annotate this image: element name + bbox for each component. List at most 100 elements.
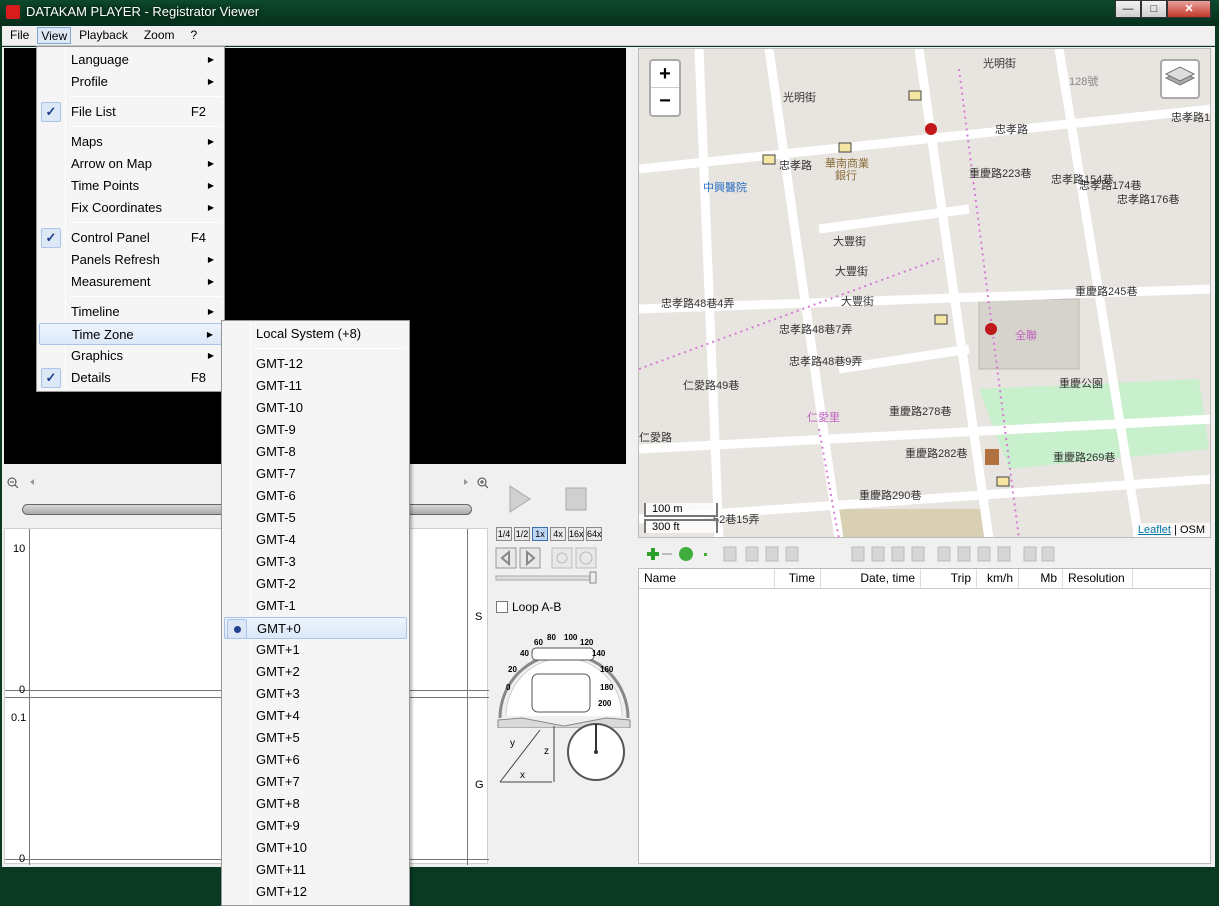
refresh-icon: [679, 547, 693, 561]
copy-icon: [723, 546, 737, 562]
timezone-item[interactable]: GMT-3: [224, 551, 407, 573]
leaflet-link[interactable]: Leaflet: [1138, 524, 1171, 536]
map-label: 忠孝路174巷: [1079, 179, 1141, 192]
view-menu-item-details[interactable]: ✓ Details F8: [39, 367, 222, 389]
menu-zoom[interactable]: Zoom: [136, 26, 183, 45]
map-label: 中興醫院: [703, 180, 747, 194]
timezone-item[interactable]: GMT-5: [224, 507, 407, 529]
timezone-item[interactable]: GMT+7: [224, 771, 407, 793]
timezone-item[interactable]: GMT-8: [224, 441, 407, 463]
timezone-label: GMT-5: [256, 510, 296, 525]
timezone-item[interactable]: GMT-9: [224, 419, 407, 441]
timezone-item[interactable]: GMT+6: [224, 749, 407, 771]
speed-quarter-button[interactable]: 1/4: [496, 527, 512, 541]
menu-file[interactable]: File: [2, 26, 37, 45]
timezone-item[interactable]: GMT-2: [224, 573, 407, 595]
map-label: 仁愛里: [807, 411, 840, 424]
tool-icon: [977, 546, 991, 562]
checkmark-icon: ✓: [41, 368, 61, 388]
view-menu-item-arrow-on-map[interactable]: Arrow on Map ▶: [39, 153, 222, 175]
map-panel[interactable]: 光明街 光明街 128號 忠孝路 忠孝路 華南商業 銀行 中興醫院 大豐街 大豐…: [638, 48, 1211, 538]
loop-ab[interactable]: Loop A-B: [496, 600, 561, 614]
col-kmh[interactable]: km/h: [977, 569, 1019, 588]
timezone-item[interactable]: GMT-11: [224, 375, 407, 397]
view-menu-item-timeline[interactable]: Timeline ▶: [39, 301, 222, 323]
speedo-tick: 160: [600, 665, 614, 674]
col-date-time[interactable]: Date, time: [821, 569, 921, 588]
view-menu-item-fix-coordinates[interactable]: Fix Coordinates ▶: [39, 197, 222, 219]
accelerometer: y z x: [499, 723, 625, 783]
timezone-label: GMT+0: [257, 621, 301, 636]
timezone-item[interactable]: GMT-7: [224, 463, 407, 485]
timezone-item[interactable]: GMT+5: [224, 727, 407, 749]
view-menu: Language ▶ Profile ▶ ✓ File List F2 Maps ▶ Arrow …: [36, 46, 225, 392]
timezone-label: GMT+1: [256, 642, 300, 657]
view-menu-item-measurement[interactable]: Measurement ▶: [39, 271, 222, 293]
maximize-button[interactable]: □: [1141, 0, 1167, 18]
timezone-label: GMT-2: [256, 576, 296, 591]
view-menu-item-graphics[interactable]: Graphics ▶: [39, 345, 222, 367]
close-button[interactable]: ✕: [1167, 0, 1211, 18]
speed-64x-button[interactable]: 64x: [586, 527, 602, 541]
menu-playback[interactable]: Playback: [71, 26, 136, 45]
map-label: 忠孝路48巷4弄: [661, 297, 734, 310]
map-label: 仁愛路: [639, 431, 672, 444]
timezone-item[interactable]: GMT+0: [224, 617, 407, 639]
timezone-item[interactable]: GMT-10: [224, 397, 407, 419]
view-menu-item-time-zone[interactable]: Time Zone ▶: [39, 323, 222, 345]
map-zoom-out-button[interactable]: −: [651, 88, 679, 115]
timezone-item[interactable]: GMT-1: [224, 595, 407, 617]
timezone-item[interactable]: GMT+3: [224, 683, 407, 705]
file-list-toolbar: [638, 542, 1211, 566]
menu-help[interactable]: ?: [183, 26, 206, 45]
speed-half-button[interactable]: 1/2: [514, 527, 530, 541]
col-resolution[interactable]: Resolution: [1063, 569, 1133, 588]
timezone-item[interactable]: GMT+9: [224, 815, 407, 837]
view-menu-item-profile[interactable]: Profile ▶: [39, 71, 222, 93]
menu-item-label: Time Points: [71, 178, 140, 193]
submenu-arrow-icon: ▶: [207, 255, 214, 264]
col-trip[interactable]: Trip: [921, 569, 977, 588]
menu-item-label: Arrow on Map: [71, 156, 152, 171]
zoom-button: [551, 547, 573, 569]
g-max-label: 0.1: [11, 712, 27, 724]
axis-y-label: y: [510, 738, 515, 749]
map-label: 忠孝路48巷7弄: [779, 323, 852, 336]
timezone-label: GMT+10: [256, 840, 307, 855]
view-menu-item-time-points[interactable]: Time Points ▶: [39, 175, 222, 197]
col-time[interactable]: Time: [775, 569, 821, 588]
col-name[interactable]: Name: [639, 569, 775, 588]
speed-16x-button[interactable]: 16x: [568, 527, 584, 541]
timezone-item[interactable]: GMT-6: [224, 485, 407, 507]
timezone-item[interactable]: GMT+12: [224, 881, 407, 903]
timezone-label: GMT+8: [256, 796, 300, 811]
timezone-item[interactable]: GMT+11: [224, 859, 407, 881]
timezone-item-local[interactable]: Local System (+8): [224, 323, 407, 345]
timezone-label: GMT+3: [256, 686, 300, 701]
view-menu-item-panels-refresh[interactable]: Panels Refresh ▶: [39, 249, 222, 271]
map-label: 華南商業: [825, 156, 869, 170]
file-list-table[interactable]: Name Time Date, time Trip km/h Mb Resolu…: [638, 568, 1211, 864]
map-zoom-in-button[interactable]: +: [651, 61, 679, 88]
timezone-item[interactable]: GMT+2: [224, 661, 407, 683]
view-menu-item-file-list[interactable]: ✓ File List F2: [39, 101, 222, 123]
view-menu-item-language[interactable]: Language ▶: [39, 49, 222, 71]
timezone-item[interactable]: GMT+1: [224, 639, 407, 661]
view-menu-item-maps[interactable]: Maps ▶: [39, 131, 222, 153]
loop-checkbox[interactable]: [496, 601, 508, 613]
layers-button[interactable]: [1160, 59, 1200, 99]
timezone-item[interactable]: GMT-12: [224, 353, 407, 375]
timezone-item[interactable]: GMT+10: [224, 837, 407, 859]
minimize-button[interactable]: —: [1115, 0, 1141, 18]
timezone-item[interactable]: GMT-4: [224, 529, 407, 551]
view-menu-item-control-panel[interactable]: ✓ Control Panel F4: [39, 227, 222, 249]
speed-1x-button[interactable]: 1x: [532, 527, 548, 541]
timezone-label: GMT-6: [256, 488, 296, 503]
col-mb[interactable]: Mb: [1019, 569, 1063, 588]
timezone-item[interactable]: GMT+4: [224, 705, 407, 727]
menu-item-label: Language: [71, 52, 129, 67]
speed-4x-button[interactable]: 4x: [550, 527, 566, 541]
menu-view[interactable]: View: [37, 27, 72, 44]
timezone-item[interactable]: GMT+8: [224, 793, 407, 815]
map-label: 重慶路290巷: [859, 488, 921, 502]
